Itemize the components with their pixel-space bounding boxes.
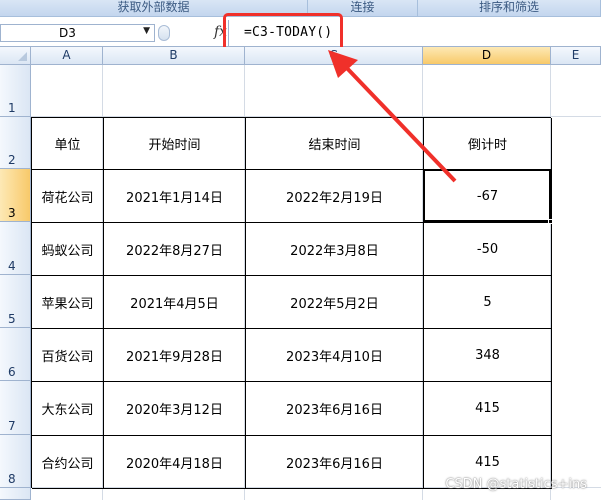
fill-handle[interactable]	[548, 219, 553, 224]
row-header-9[interactable]	[0, 488, 31, 500]
table-cell-unit[interactable]: 苹果公司	[32, 276, 104, 329]
row-number: 8	[8, 472, 16, 486]
row-number: 6	[8, 365, 16, 379]
table-cell-countdown[interactable]: -50	[424, 223, 552, 276]
row-header-7[interactable]: 7	[0, 381, 31, 435]
row-header-3[interactable]: 3	[0, 169, 31, 222]
active-cell-d3[interactable]	[423, 169, 551, 222]
table-header-end-date[interactable]: 结束时间	[246, 118, 424, 170]
row-header-8[interactable]: 8	[0, 435, 31, 488]
table-cell-unit[interactable]: 大东公司	[32, 382, 104, 436]
table-cell-start-date[interactable]: 2022年8月27日	[104, 223, 246, 276]
table-cell-countdown[interactable]: 5	[424, 276, 552, 329]
table-cell-end-date[interactable]: 2022年3月8日	[246, 223, 424, 276]
ribbon-group-sort-filter[interactable]: 排序和筛选	[418, 0, 601, 16]
row-header-1[interactable]: 1	[0, 65, 31, 117]
row-header-5[interactable]: 5	[0, 275, 31, 328]
table-cell-start-date[interactable]: 2020年4月18日	[104, 436, 246, 489]
row-header-4[interactable]: 4	[0, 222, 31, 275]
table-header-countdown[interactable]: 倒计时	[424, 118, 552, 170]
table-cell-unit[interactable]: 百货公司	[32, 329, 104, 382]
row-number: 5	[8, 312, 16, 326]
column-header-d[interactable]: D	[423, 47, 551, 65]
column-header-a[interactable]: A	[31, 47, 103, 65]
name-box-value: D3	[59, 26, 76, 40]
table-cell-end-date[interactable]: 2023年4月10日	[246, 329, 424, 382]
table-cell-start-date[interactable]: 2021年1月14日	[104, 170, 246, 223]
row-number: 2	[8, 153, 16, 167]
formula-bar-resize-handle[interactable]	[158, 25, 170, 41]
row-header-2[interactable]: 2	[0, 117, 31, 169]
table-cell-unit[interactable]: 合约公司	[32, 436, 104, 489]
row-number: 4	[8, 259, 16, 273]
row-number: 1	[8, 101, 16, 115]
chevron-down-icon[interactable]: ▼	[143, 26, 150, 36]
table-cell-start-date[interactable]: 2021年9月28日	[104, 329, 246, 382]
select-all-triangle-icon	[18, 52, 27, 61]
table-header-start-date[interactable]: 开始时间	[104, 118, 246, 170]
table-cell-countdown[interactable]: 348	[424, 329, 552, 382]
table-header-unit[interactable]: 单位	[32, 118, 104, 170]
table-cell-end-date[interactable]: 2023年6月16日	[246, 436, 424, 489]
table-cell-unit[interactable]: 荷花公司	[32, 170, 104, 223]
row-number: 7	[8, 419, 16, 433]
table-cell-end-date[interactable]: 2022年5月2日	[246, 276, 424, 329]
watermark: CSDN @statistics+ins	[445, 477, 587, 492]
table-cell-start-date[interactable]: 2020年3月12日	[104, 382, 246, 436]
table-cell-end-date[interactable]: 2022年2月19日	[246, 170, 424, 223]
column-header-e[interactable]: E	[551, 47, 601, 65]
select-all-corner[interactable]	[0, 47, 31, 65]
table-cell-unit[interactable]: 蚂蚁公司	[32, 223, 104, 276]
row-number: 3	[8, 206, 16, 220]
name-box[interactable]: D3 ▼	[0, 24, 155, 42]
table-cell-countdown[interactable]: 415	[424, 382, 552, 436]
table-cell-end-date[interactable]: 2023年6月16日	[246, 382, 424, 436]
column-header-b[interactable]: B	[103, 47, 245, 65]
column-header-c[interactable]: C	[245, 47, 423, 65]
row-header-6[interactable]: 6	[0, 328, 31, 381]
table-cell-start-date[interactable]: 2021年4月5日	[104, 276, 246, 329]
